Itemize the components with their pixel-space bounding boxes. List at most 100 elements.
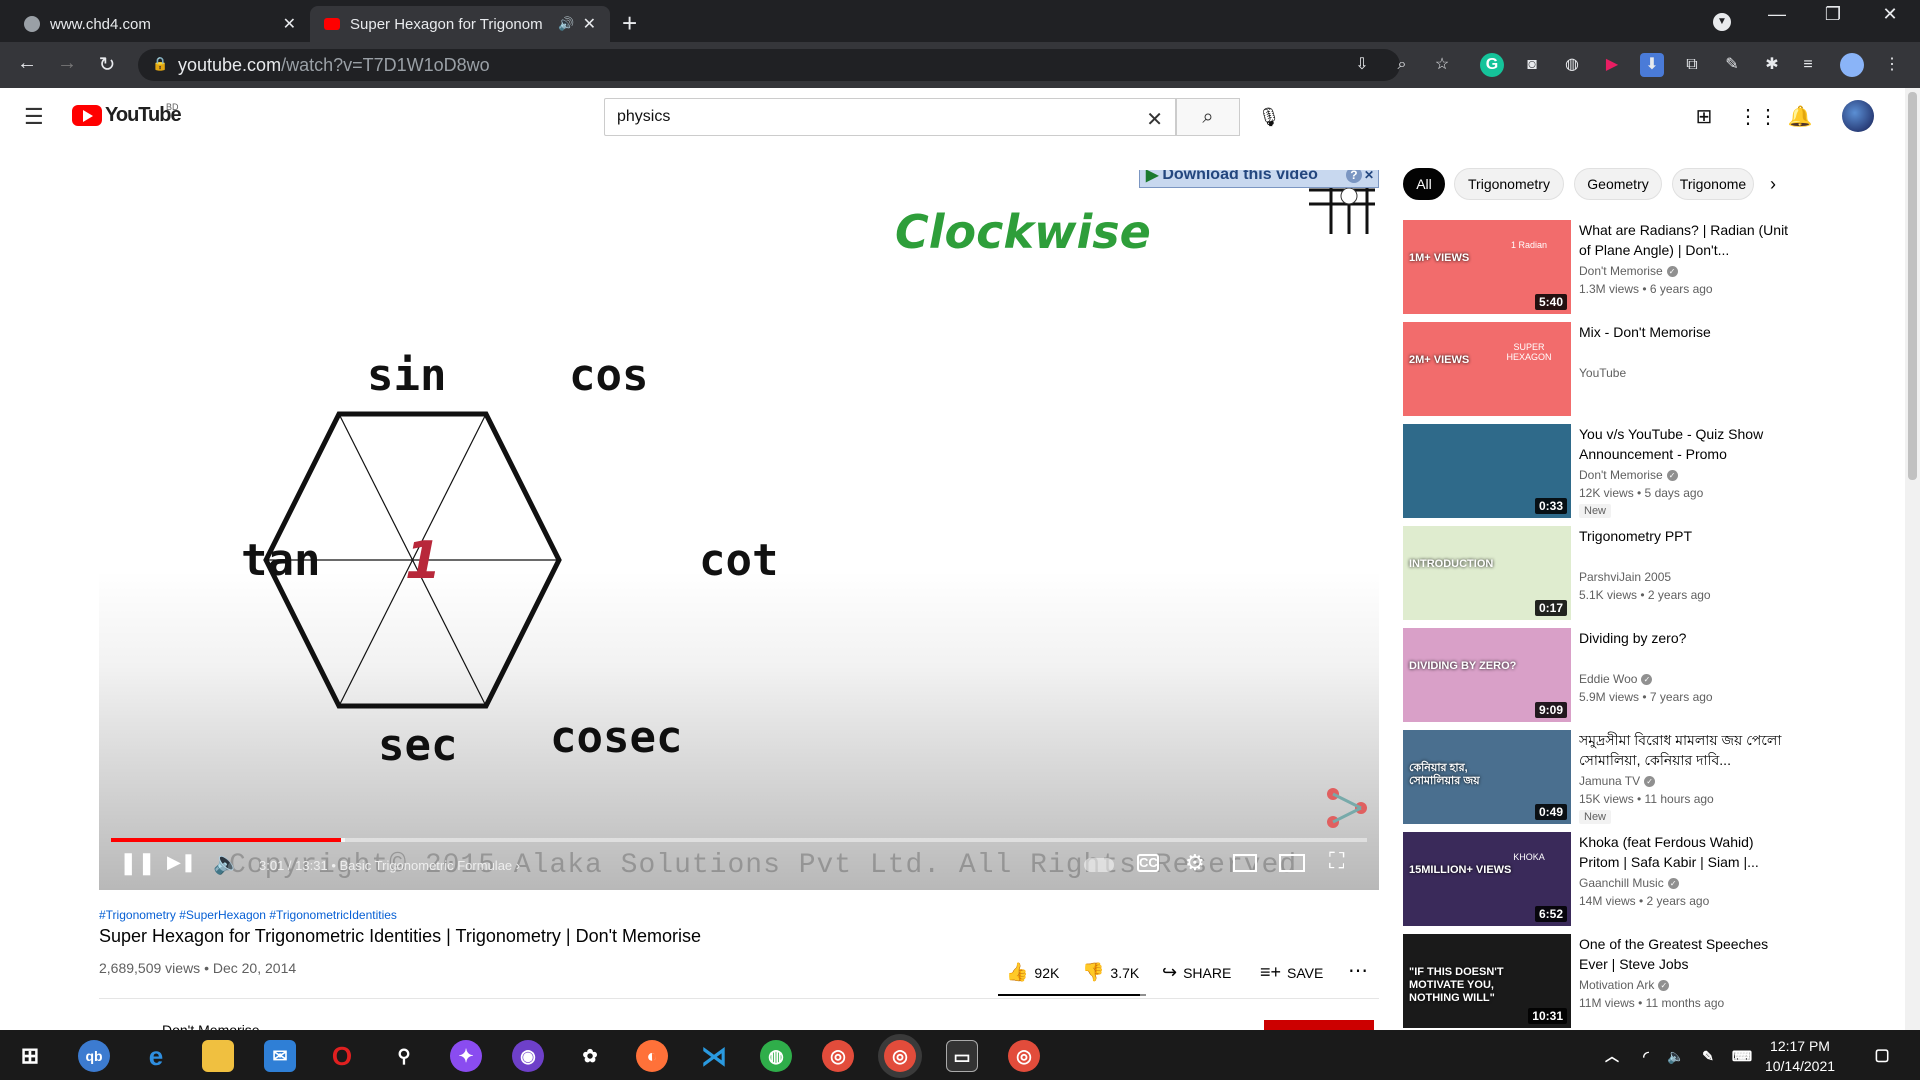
messenger-icon[interactable]: ✦ [450, 1040, 482, 1072]
extension-copy-icon[interactable]: ⧉ [1680, 53, 1704, 77]
thumbnail[interactable]: 1M+ VIEWS 1 Radian 5:40 [1403, 220, 1571, 314]
recommendation-card[interactable]: DIVIDING BY ZERO? 9:09 Dividing by zero? Ed… [1403, 628, 1823, 724]
minimize-icon[interactable]: — [1757, 4, 1797, 25]
fullscreen-icon[interactable]: ⛶ [1329, 848, 1344, 874]
apps-grid-icon[interactable]: ⋮⋮ [1738, 104, 1778, 129]
close-tab-icon[interactable]: ✕ [583, 14, 596, 34]
recommendation-card[interactable]: 1M+ VIEWS 1 Radian 5:40 What are Radians? |… [1403, 220, 1823, 316]
tab-youtube[interactable]: Super Hexagon for Trigonom 🔊 ✕ [310, 6, 610, 42]
recommendation-card[interactable]: কেনিয়ার হার, সোমালিয়ার জয় 0:49 সমুদ্রসী… [1403, 730, 1823, 826]
bell-icon[interactable]: 🔔 [1786, 104, 1814, 129]
search-input[interactable]: physics ✕ [604, 98, 1176, 136]
chip-trigonometric[interactable]: Trigonome [1672, 168, 1754, 200]
dislike-button[interactable]: 👎 3.7K [1082, 962, 1139, 983]
thumbnail[interactable]: DIVIDING BY ZERO? 9:09 [1403, 628, 1571, 722]
miniplayer-icon[interactable] [1233, 854, 1257, 872]
close-banner-icon[interactable]: ✕ [1364, 170, 1374, 182]
back-icon[interactable]: ← [12, 52, 42, 75]
grammarly-icon[interactable]: G [1480, 53, 1504, 77]
youtube-logo[interactable]: YouTube [72, 104, 182, 127]
recommendation-title[interactable]: One of the Greatest Speeches Ever | Stev… [1579, 934, 1789, 974]
recommendation-channel[interactable]: Jamuna TV ✓ [1579, 774, 1656, 788]
lock-icon[interactable]: 🔒 [152, 56, 168, 72]
chip-trigonometry[interactable]: Trigonometry [1454, 168, 1564, 200]
chapter-title[interactable]: Basic Trigonometric Formulae [339, 858, 512, 873]
channel-watermark-icon[interactable] [1325, 786, 1369, 830]
save-button[interactable]: ≡+ SAVE [1260, 962, 1323, 983]
help-icon[interactable]: ? [1345, 170, 1362, 183]
extension-globe-icon[interactable]: ◍ [1560, 53, 1584, 77]
autoplay-toggle[interactable] [1084, 858, 1114, 872]
bookmark-star-icon[interactable]: ☆ [1430, 53, 1454, 77]
extension-download-icon[interactable]: ⬇ [1640, 53, 1664, 77]
profile-icon[interactable] [1840, 53, 1864, 77]
recommendation-card[interactable]: 2M+ VIEWS SUPER HEXAGON Mix - Don't Memori… [1403, 322, 1823, 418]
recommendation-card[interactable]: INTRODUCTION 0:17 Trigonometry PPT ParshviJ… [1403, 526, 1823, 622]
address-bar[interactable]: 🔒 youtube.com/watch?v=T7D1W1oD8wo [138, 49, 1400, 81]
vscode-icon[interactable]: ⋊ [698, 1040, 730, 1072]
recommendation-channel[interactable]: Don't Memorise ✓ [1579, 468, 1678, 482]
recommendation-channel[interactable]: ParshviJain 2005 [1579, 570, 1671, 584]
microphone-icon[interactable]: 🎙 [1254, 102, 1284, 132]
menu-icon[interactable]: ☰ [24, 104, 44, 130]
share-button[interactable]: ↪ SHARE [1162, 962, 1231, 983]
theater-mode-icon[interactable] [1279, 854, 1305, 872]
chevron-right-icon[interactable]: › [1770, 174, 1776, 195]
maximize-icon[interactable]: ❐ [1813, 4, 1853, 25]
windows-start-icon[interactable]: ⊞ [14, 1040, 46, 1072]
new-tab-button[interactable]: + [622, 8, 637, 39]
recommendation-channel[interactable]: Don't Memorise ✓ [1579, 264, 1678, 278]
thumbnail[interactable]: INTRODUCTION 0:17 [1403, 526, 1571, 620]
chip-geometry[interactable]: Geometry [1574, 168, 1662, 200]
video-player[interactable]: Clockwise 1 sin cos tan cot sec cosec ▶ … [99, 170, 1379, 890]
wifi-icon[interactable]: ◜ [1630, 1040, 1662, 1072]
like-button[interactable]: 👍 92K [1006, 962, 1059, 983]
keyboard-icon[interactable]: ⌨ [1726, 1040, 1758, 1072]
tray-chevron-icon[interactable]: ︿ [1596, 1040, 1628, 1072]
avatar[interactable] [1842, 100, 1874, 132]
zoom-icon[interactable]: ⌕ [1390, 53, 1414, 77]
extensions-puzzle-icon[interactable]: ✱ [1760, 53, 1784, 77]
tab-search-icon[interactable]: ▼ [1702, 8, 1742, 31]
recommendation-title[interactable]: You v/s YouTube - Quiz Show Announcement… [1579, 424, 1789, 464]
extension-pen-icon[interactable]: ✎ [1720, 53, 1744, 77]
recommendation-title[interactable]: Khoka (feat Ferdous Wahid) Pritom | Safa… [1579, 832, 1789, 872]
page-scrollbar[interactable] [1905, 88, 1920, 1030]
clear-search-icon[interactable]: ✕ [1146, 107, 1163, 132]
chip-all[interactable]: All [1403, 168, 1445, 200]
install-icon[interactable]: ⇩ [1350, 53, 1374, 77]
chrome-profile-icon[interactable]: ◎ [1008, 1040, 1040, 1072]
search-button[interactable]: ⌕ [1176, 98, 1240, 136]
extension-play-icon[interactable]: ▶ [1600, 53, 1624, 77]
settings-gear-icon[interactable]: ⚙ [1185, 850, 1205, 876]
volume-tray-icon[interactable]: 🔈 [1660, 1040, 1692, 1072]
tab-chd4[interactable]: www.chd4.com ✕ [10, 6, 310, 42]
recommendation-channel[interactable]: Eddie Woo ✓ [1579, 672, 1653, 686]
qbittorrent-icon[interactable]: qb [78, 1040, 110, 1072]
camera-icon[interactable]: ◙ [1520, 53, 1544, 77]
chrome-active-icon[interactable]: ◎ [884, 1040, 916, 1072]
github-icon[interactable]: ◉ [512, 1040, 544, 1072]
volume-icon[interactable]: 🔈 [213, 850, 240, 876]
paint-icon[interactable]: ✿ [574, 1040, 606, 1072]
app-globe-icon[interactable]: ◍ [760, 1040, 792, 1072]
recommendation-card[interactable]: 0:33 You v/s YouTube - Quiz Show Announce… [1403, 424, 1823, 520]
recommendation-title[interactable]: সমুদ্রসীমা বিরোধ মামলায় জয় পেলো সোমালি… [1579, 730, 1789, 770]
next-video-icon[interactable]: ▶❚ [167, 852, 196, 873]
forward-icon[interactable]: → [52, 52, 82, 75]
close-tab-icon[interactable]: ✕ [283, 14, 296, 34]
recommendation-title[interactable]: Trigonometry PPT [1579, 526, 1789, 546]
create-video-icon[interactable]: ⊞ [1690, 104, 1718, 129]
system-clock[interactable]: 12:17 PM 10/14/2021 [1760, 1036, 1840, 1076]
satellite-icon[interactable]: ⚲ [388, 1040, 420, 1072]
recommendation-channel[interactable]: YouTube [1579, 366, 1626, 380]
opera-icon[interactable]: O [326, 1040, 358, 1072]
pause-icon[interactable]: ❚❚ [119, 850, 156, 876]
pen-tray-icon[interactable]: ✎ [1692, 1040, 1724, 1072]
thumbnail[interactable]: 0:33 [1403, 424, 1571, 518]
thumbnail[interactable]: "IF THIS DOESN'T MOTIVATE YOU, NOTHING W… [1403, 934, 1571, 1028]
reload-icon[interactable]: ↻ [92, 52, 122, 77]
close-window-icon[interactable]: ✕ [1870, 4, 1910, 25]
chrome-icon[interactable]: ◎ [822, 1040, 854, 1072]
notifications-icon[interactable]: ▢ [1866, 1040, 1898, 1072]
